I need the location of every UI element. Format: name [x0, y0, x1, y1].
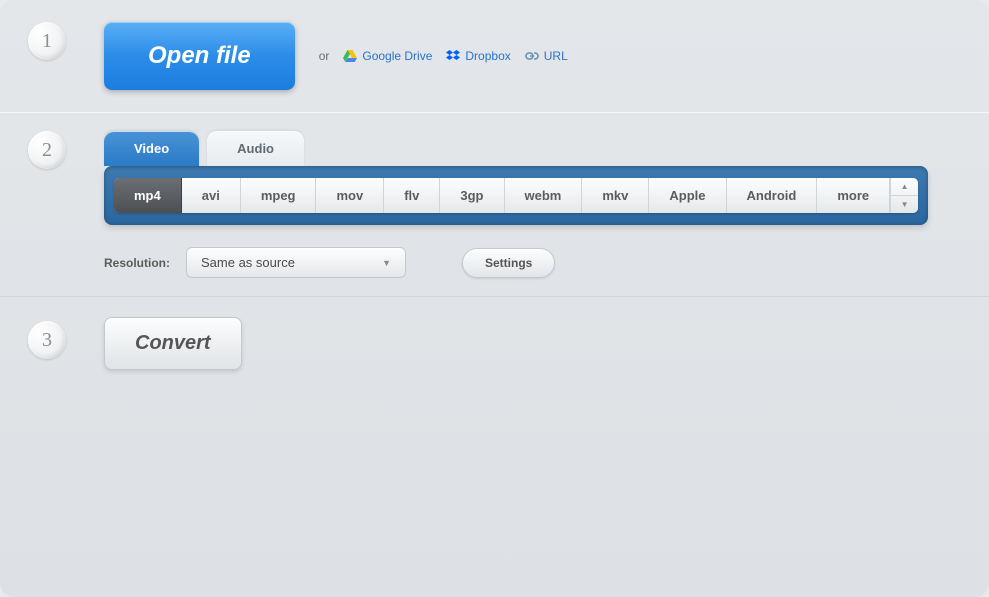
chevron-up-icon[interactable]: ▲: [891, 178, 918, 196]
format-stepper[interactable]: ▲ ▼: [890, 178, 918, 213]
tab-video[interactable]: Video: [104, 131, 199, 166]
convert-button[interactable]: Convert: [104, 317, 242, 370]
chevron-down-icon[interactable]: ▼: [891, 196, 918, 213]
format-mpeg[interactable]: mpeg: [241, 178, 317, 213]
resolution-label: Resolution:: [104, 256, 170, 270]
format-bar: mp4 avi mpeg mov flv 3gp webm mkv Apple …: [104, 166, 928, 225]
step-number-2: 2: [28, 131, 66, 169]
format-3gp[interactable]: 3gp: [440, 178, 504, 213]
dropbox-icon: [446, 50, 460, 62]
resolution-select[interactable]: Same as source ▼: [186, 247, 406, 278]
format-mov[interactable]: mov: [316, 178, 384, 213]
google-drive-icon: [343, 50, 357, 62]
url-label: URL: [544, 49, 568, 63]
resolution-value: Same as source: [201, 255, 295, 270]
dropbox-label: Dropbox: [465, 49, 510, 63]
url-link[interactable]: URL: [525, 49, 568, 63]
google-drive-link[interactable]: Google Drive: [343, 49, 432, 63]
or-label: or: [319, 49, 330, 63]
format-more[interactable]: more: [817, 178, 890, 213]
open-file-button[interactable]: Open file: [104, 22, 295, 90]
tab-audio[interactable]: Audio: [207, 131, 304, 166]
format-apple[interactable]: Apple: [649, 178, 726, 213]
chevron-down-icon: ▼: [382, 258, 391, 268]
step-number-1: 1: [28, 22, 66, 60]
format-mkv[interactable]: mkv: [582, 178, 649, 213]
format-android[interactable]: Android: [727, 178, 818, 213]
format-flv[interactable]: flv: [384, 178, 440, 213]
dropbox-link[interactable]: Dropbox: [446, 49, 510, 63]
format-mp4[interactable]: mp4: [114, 178, 182, 213]
format-avi[interactable]: avi: [182, 178, 241, 213]
google-drive-label: Google Drive: [362, 49, 432, 63]
step-number-3: 3: [28, 321, 66, 359]
format-webm[interactable]: webm: [505, 178, 583, 213]
settings-button[interactable]: Settings: [462, 248, 555, 278]
link-icon: [525, 50, 539, 62]
